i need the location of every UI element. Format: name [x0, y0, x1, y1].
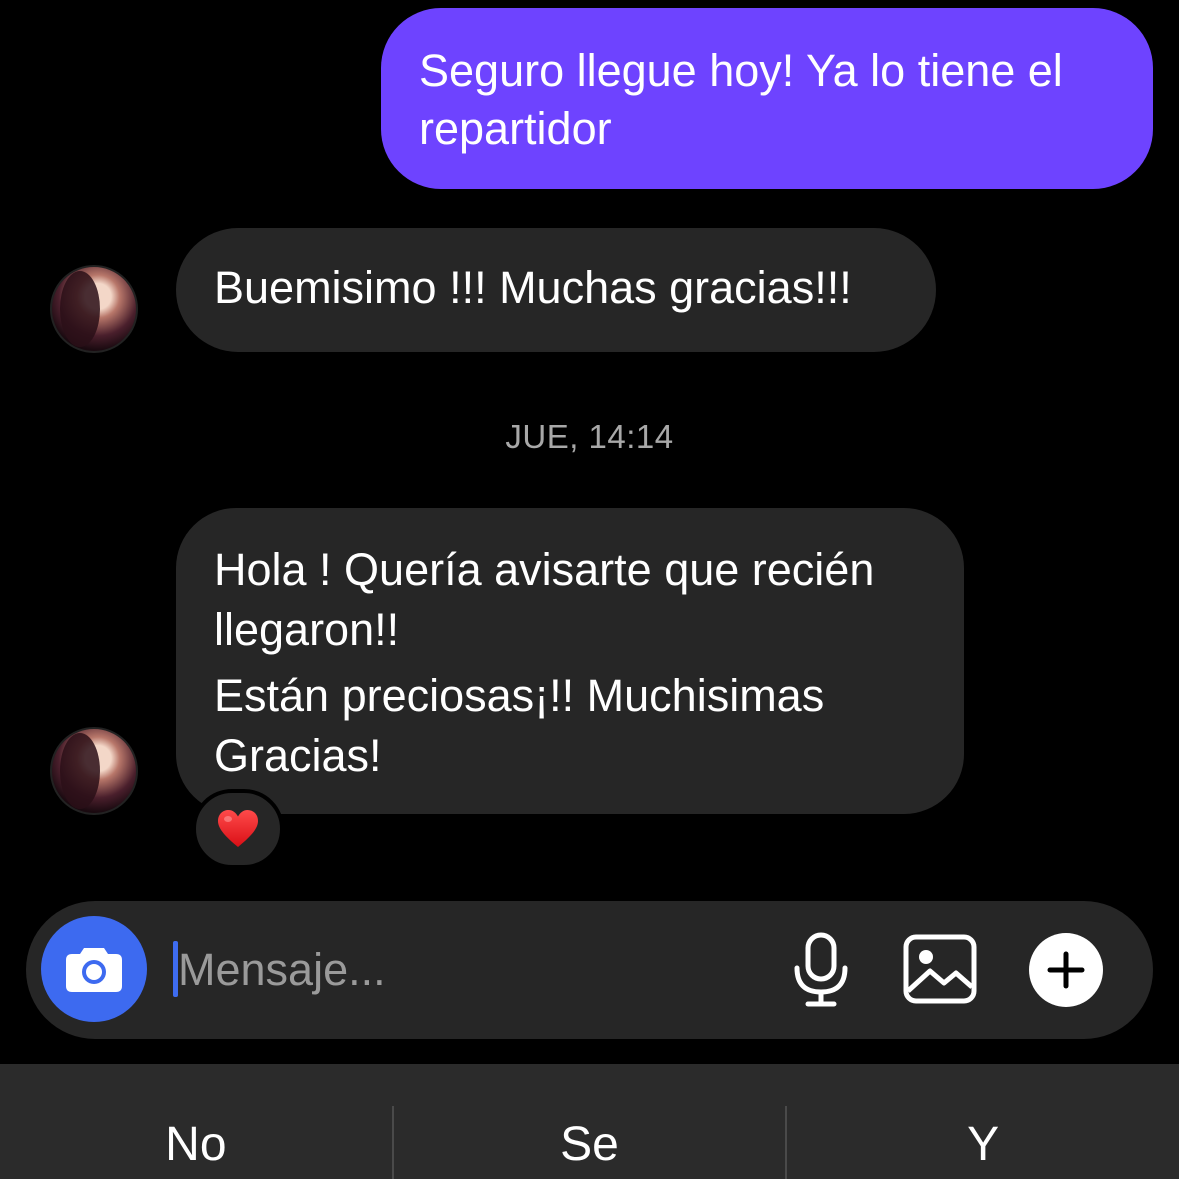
outgoing-message-text: Seguro llegue hoy! Ya lo tiene el repart… — [419, 45, 1063, 154]
incoming-message-text: Buemisimo !!! Muchas gracias!!! — [214, 262, 852, 313]
add-button[interactable] — [1029, 933, 1103, 1007]
suggestion-item[interactable]: Y — [787, 1064, 1179, 1179]
suggestion-item[interactable]: No — [0, 1064, 392, 1179]
contact-avatar[interactable] — [50, 727, 138, 815]
chat-screen: Seguro llegue hoy! Ya lo tiene el repart… — [0, 0, 1179, 1179]
contact-avatar[interactable] — [50, 265, 138, 353]
microphone-button[interactable] — [788, 932, 854, 1008]
microphone-icon — [794, 932, 848, 1007]
incoming-message-line: llegaron!! — [214, 604, 400, 655]
heart-reaction[interactable] — [192, 789, 284, 869]
message-input[interactable] — [178, 938, 738, 1002]
incoming-message-line: Hola ! Quería avisarte que recién — [214, 544, 875, 595]
gallery-button[interactable] — [902, 933, 978, 1005]
plus-icon — [1047, 951, 1085, 989]
incoming-message[interactable]: Buemisimo !!! Muchas gracias!!! — [176, 228, 936, 352]
incoming-message-line: Están preciosas¡!! Muchisimas — [214, 670, 825, 721]
incoming-message-line: Gracias! — [214, 730, 382, 781]
outgoing-message[interactable]: Seguro llegue hoy! Ya lo tiene el repart… — [381, 8, 1153, 189]
incoming-message[interactable]: Hola ! Quería avisarte que recién llegar… — [176, 508, 964, 814]
camera-icon — [66, 948, 122, 992]
suggestion-item[interactable]: Se — [394, 1064, 786, 1179]
heart-icon — [218, 810, 258, 847]
message-timestamp: JUE, 14:14 — [505, 418, 674, 455]
keyboard-suggestion-bar: No Se Y — [0, 1064, 1179, 1179]
gallery-icon — [903, 934, 977, 1004]
camera-button[interactable] — [41, 916, 147, 1022]
